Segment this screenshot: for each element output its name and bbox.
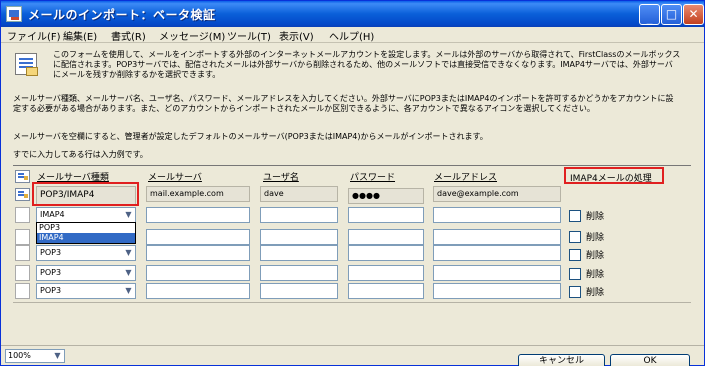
grid-top-divider — [13, 165, 691, 166]
close-icon: ✕ — [688, 7, 699, 21]
row-3-server-type-value: POP3 — [40, 248, 62, 257]
row-2-email[interactable] — [433, 229, 561, 245]
row-1-icon-slot[interactable] — [15, 207, 30, 223]
row-5-icon-slot[interactable] — [15, 283, 30, 299]
window-title: メールのインポート：ベータ検証 — [28, 8, 216, 22]
menu-edit[interactable]: 編集(E) — [63, 28, 97, 43]
mail-import-window: メールのインポート：ベータ検証 _ □ ✕ ファイル(F) 編集(E) 書式(R… — [0, 0, 705, 366]
chevron-down-icon: ▼ — [125, 248, 132, 257]
row-5-server-type-value: POP3 — [40, 286, 62, 295]
row-2-username[interactable] — [260, 229, 338, 245]
row-4-email[interactable] — [433, 265, 561, 281]
row-2-password[interactable] — [348, 229, 424, 245]
title-bar[interactable]: メールのインポート：ベータ検証 _ □ ✕ — [1, 1, 704, 27]
row-3-icon-slot[interactable] — [15, 245, 30, 261]
row-5-email[interactable] — [433, 283, 561, 299]
maximize-button[interactable]: □ — [661, 4, 682, 25]
menu-format[interactable]: 書式(R) — [111, 28, 146, 43]
intro-line-7: すでに入力してある行は入力例です。 — [13, 150, 148, 159]
intro-line-6: メールサーバを空欄にすると、管理者が設定したデフォルトのメールサーバ(POP3ま… — [13, 132, 488, 141]
row-2-delete-checkbox[interactable] — [569, 231, 581, 243]
grid-bottom-divider — [13, 302, 691, 303]
col-imap-handling: IMAP4メールの処理 — [564, 167, 664, 184]
zoom-value: 100% — [8, 351, 31, 360]
close-button[interactable]: ✕ — [683, 4, 704, 25]
example-username: dave — [260, 186, 338, 202]
row-5-username[interactable] — [260, 283, 338, 299]
chevron-down-icon: ▼ — [54, 351, 61, 360]
row-3-username[interactable] — [260, 245, 338, 261]
header-account-icon[interactable] — [15, 170, 30, 183]
row-2-mail-server[interactable] — [146, 229, 250, 245]
row-5-server-type[interactable]: POP3 ▼ — [36, 283, 136, 299]
menu-file[interactable]: ファイル(F) — [7, 28, 61, 43]
row-1-username[interactable] — [260, 207, 338, 223]
example-mail-server: mail.example.com — [146, 186, 250, 202]
col-password: パスワード — [350, 173, 396, 183]
example-server-type-highlight — [32, 182, 139, 206]
row-3-password[interactable] — [348, 245, 424, 261]
menu-view[interactable]: 表示(V) — [279, 28, 314, 43]
minimize-button[interactable]: _ — [639, 4, 660, 25]
row-1-delete-label: 削除 — [586, 212, 605, 222]
chevron-down-icon: ▼ — [125, 268, 132, 277]
maximize-icon: □ — [665, 7, 678, 21]
intro-line-3: にメールを残すか削除するかを選択できます。 — [53, 70, 221, 79]
row-1-password[interactable] — [348, 207, 424, 223]
status-bar: 100% ▼ — [1, 345, 704, 365]
row-4-delete-checkbox[interactable] — [569, 268, 581, 280]
intro-line-5: 定する必要がある場合があります。また、どのアカウントからインポートされたメールか… — [13, 104, 595, 113]
col-username: ユーザ名 — [263, 173, 299, 183]
row-3-email[interactable] — [433, 245, 561, 261]
row-4-mail-server[interactable] — [146, 265, 250, 281]
dropdown-option-pop3[interactable]: POP3 — [37, 223, 135, 233]
row-1-delete-checkbox[interactable] — [569, 210, 581, 222]
row-1-email[interactable] — [433, 207, 561, 223]
menu-help[interactable]: ヘルプ(H) — [329, 28, 374, 43]
row-3-delete-checkbox[interactable] — [569, 249, 581, 261]
row-5-delete-checkbox[interactable] — [569, 286, 581, 298]
example-row-icon[interactable] — [15, 188, 30, 201]
row-4-delete-label: 削除 — [586, 270, 605, 280]
row-4-icon-slot[interactable] — [15, 265, 30, 281]
app-icon — [6, 6, 22, 22]
col-email: メールアドレス — [434, 173, 498, 183]
row-2-delete-label: 削除 — [586, 233, 605, 243]
row-4-password[interactable] — [348, 265, 424, 281]
menu-message[interactable]: メッセージ(M) — [159, 28, 225, 43]
row-5-delete-label: 削除 — [586, 288, 605, 298]
row-3-mail-server[interactable] — [146, 245, 250, 261]
row-3-server-type[interactable]: POP3 ▼ — [36, 245, 136, 261]
chevron-down-icon: ▼ — [125, 286, 132, 295]
row-2-icon-slot[interactable] — [15, 229, 30, 245]
row-4-username[interactable] — [260, 265, 338, 281]
row-5-mail-server[interactable] — [146, 283, 250, 299]
menu-tools[interactable]: ツール(T) — [227, 28, 271, 43]
row-5-password[interactable] — [348, 283, 424, 299]
row-4-server-type-value: POP3 — [40, 268, 62, 277]
row-4-server-type[interactable]: POP3 ▼ — [36, 265, 136, 281]
example-password: ●●●● — [348, 188, 424, 204]
mail-import-info-icon — [15, 53, 38, 76]
chevron-down-icon: ▼ — [125, 210, 132, 219]
dropdown-option-imap4[interactable]: IMAP4 — [37, 233, 135, 243]
row-1-mail-server[interactable] — [146, 207, 250, 223]
menu-bar: ファイル(F) 編集(E) 書式(R) メッセージ(M) ツール(T) 表示(V… — [1, 27, 704, 43]
col-mail-server: メールサーバ — [148, 173, 202, 183]
example-email: dave@example.com — [433, 186, 561, 202]
row-1-server-type-value: IMAP4 — [40, 210, 65, 219]
row-3-delete-label: 削除 — [586, 251, 605, 261]
row-1-server-type[interactable]: IMAP4 ▼ — [36, 207, 136, 223]
zoom-select[interactable]: 100% ▼ — [5, 349, 65, 363]
server-type-dropdown-list: POP3 IMAP4 — [36, 222, 136, 244]
